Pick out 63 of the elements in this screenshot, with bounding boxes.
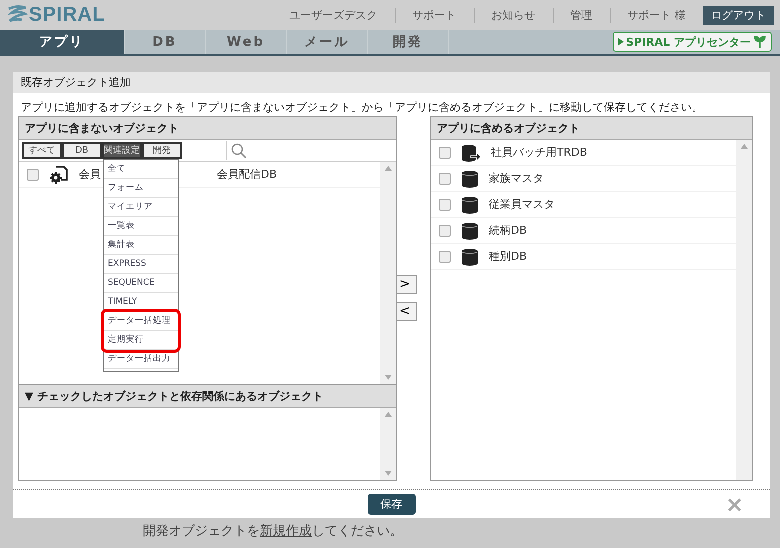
database-arrow-icon (461, 144, 481, 162)
checkbox[interactable] (439, 250, 451, 262)
nav-tab[interactable]: 開発 (368, 30, 449, 54)
nav-tab[interactable]: アプリ (0, 30, 125, 54)
checkbox[interactable] (439, 172, 451, 184)
checkbox[interactable] (439, 146, 451, 158)
plant-icon (753, 35, 767, 49)
filter-button[interactable]: DB (62, 142, 102, 159)
filter-button[interactable]: 開発 (142, 142, 182, 159)
dialog-title: 既存オブジェクト追加 (13, 72, 770, 93)
scroll-up-icon[interactable] (740, 144, 748, 149)
header-link[interactable]: サポート 様 (610, 8, 703, 22)
header-link[interactable]: サポート (396, 8, 474, 22)
filter-button[interactable]: 関連設定 (102, 142, 142, 159)
logo-swirl-icon (6, 5, 28, 25)
object-name: 従業員マスタ (489, 197, 555, 212)
panel-title: アプリに含めるオブジェクト (431, 117, 752, 140)
menu-item[interactable]: SEQUENCE (104, 274, 178, 293)
checkbox[interactable] (439, 198, 451, 210)
database-icon (461, 248, 479, 266)
database-icon (461, 170, 479, 188)
scroll-up-icon[interactable] (384, 412, 392, 417)
menu-item[interactable]: マイエリア (104, 198, 178, 217)
menu-item[interactable]: EXPRESS (104, 255, 178, 274)
object-name: 種別DB (489, 249, 528, 264)
menu-item[interactable]: 集計表 (104, 236, 178, 255)
search-icon (231, 142, 247, 158)
play-icon (618, 38, 624, 46)
nav-tab[interactable]: Web (206, 30, 287, 54)
create-link[interactable]: 新規作成 (260, 524, 312, 539)
menu-item[interactable]: フォーム (104, 179, 178, 198)
menu-item[interactable]: TIMELY (104, 293, 178, 312)
nav-tab[interactable]: DB (125, 30, 206, 54)
database-icon (461, 222, 479, 240)
menu-item[interactable]: データ一括処理 (104, 312, 178, 331)
save-button[interactable]: 保存 (368, 494, 416, 514)
object-name: 続柄DB (489, 223, 528, 238)
menu-item[interactable]: 一覧表 (104, 217, 178, 236)
instruction-text: アプリに追加するオブジェクトを「アプリに含まないオブジェクト」から「アプリに含めるオブジェクト」に移動して保存してください。 (20, 100, 704, 116)
header-link[interactable]: ユーザーズデスク (272, 8, 396, 22)
logout-button[interactable]: ログアウト (703, 6, 774, 24)
database-icon (461, 196, 479, 214)
app-center-button[interactable]: SPIRAL アプリセンター (613, 32, 772, 52)
menu-item[interactable]: 定期実行 (104, 331, 178, 350)
header-link[interactable]: お知らせ (474, 8, 554, 22)
panel-title: ▼ チェックしたオブジェクトと依存関係にあるオブジェクト (19, 384, 396, 408)
filter-button[interactable]: すべて (22, 142, 62, 159)
background-message: 開発オブジェクトを新規作成 してください。 (143, 523, 403, 540)
checkbox[interactable] (439, 224, 451, 236)
object-name: 社員バッチ用TRDB (491, 145, 588, 160)
gear-document-icon (49, 164, 69, 184)
panel-title: アプリに含まないオブジェクト (19, 117, 396, 140)
header-link[interactable]: 管理 (554, 8, 610, 22)
nav-tab[interactable]: メール (287, 30, 368, 54)
checkbox[interactable] (27, 168, 39, 180)
scroll-down-icon[interactable] (384, 471, 392, 476)
scroll-up-icon[interactable] (384, 166, 392, 171)
object-name: 会員 (79, 167, 101, 182)
object-name: 会員配信DB (217, 167, 278, 182)
menu-item[interactable]: 全て (104, 160, 178, 179)
scroll-down-icon[interactable] (384, 375, 392, 380)
object-name: 家族マスタ (489, 171, 544, 186)
menu-item[interactable]: データ一括出力 (104, 350, 178, 369)
